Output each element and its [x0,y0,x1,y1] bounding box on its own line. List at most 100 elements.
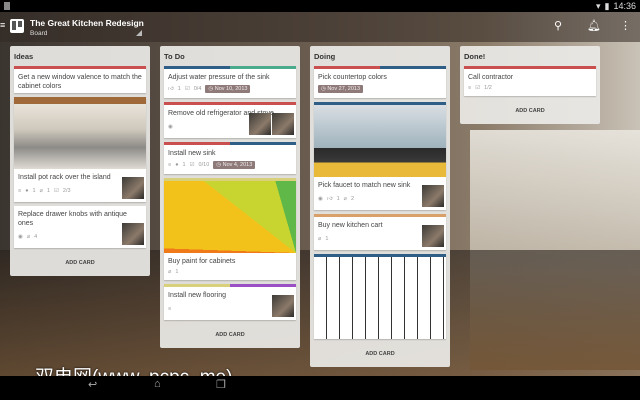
list-title: Done! [464,52,486,61]
app-bar: ≡ The Great Kitchen Redesign Board ⚲ 🔔︎ … [0,12,640,42]
attachment-icon: ⌀ [168,269,172,275]
member-avatar[interactable] [249,113,271,135]
card-labels [164,102,296,105]
label-purple [230,284,296,287]
badge-count: 1 [46,188,50,194]
status-bar: ▾ ▮ 14:36 [0,0,640,12]
member-avatar[interactable] [122,177,144,199]
card[interactable]: Remove old refrigerator and stove ◉ [164,102,296,138]
card-labels [164,178,296,181]
card[interactable]: Adjust water pressure of the sink 👍︎ 1 ☑ 0/4… [164,66,296,98]
card-cover-image-faucet [314,105,446,177]
card[interactable]: Buy paint for cabinets ⌀ 1 [164,178,296,280]
label-green [230,66,296,69]
description-icon: ≡ [18,188,22,194]
member-avatar[interactable] [422,225,444,247]
label-yellow [164,284,230,287]
card-members [272,295,294,317]
card[interactable]: Install new sink ≡ ● 1 ☑ 0/10 ◷ Nov 4, 2013 [164,142,296,174]
card-members [249,113,294,135]
card[interactable]: Pick faucet to match new sink ◉ 👍︎ 1 ⌀ 2 [314,102,446,210]
card-cover-image-paint [164,181,296,253]
card[interactable]: Call contractor ≡ ☑ 1/2 [464,66,596,96]
card[interactable]: Pick countertop colors ◷ Nov 27, 2013 [314,66,446,98]
badge-count: 1/2 [484,85,492,91]
label-yellow [164,178,296,181]
list-title: Ideas [14,52,34,61]
label-orange [314,214,446,217]
home-icon[interactable]: ⌂ [154,378,161,390]
card-badges: ≡ ● 1 ☑ 0/10 ◷ Nov 4, 2013 [164,160,296,174]
card-labels [164,284,296,287]
member-avatar[interactable] [272,295,294,317]
card-cover-image-floorplan [314,257,446,339]
add-card-button[interactable]: ADD CARD [164,324,296,348]
search-icon[interactable]: ⚲ [554,19,562,32]
card-badges: ◷ Nov 27, 2013 [314,84,446,98]
card[interactable]: Replace drawer knobs with antique ones ◉ ⌀… [14,206,146,248]
card-members [122,223,144,245]
due-date-badge: ◷ Nov 4, 2013 [213,161,256,169]
card-title: Buy paint for cabinets [168,258,236,265]
member-avatar[interactable] [422,185,444,207]
card[interactable]: Buy new kitchen cart ⌀ 1 [314,214,446,250]
board-title[interactable]: The Great Kitchen Redesign [30,18,144,28]
card-title: Pick countertop colors [318,74,387,81]
badge-count: 2/3 [62,188,71,194]
label-red [164,102,296,105]
card-title: Adjust water pressure of the sink [168,74,270,81]
wifi-icon: ▾ [595,0,601,11]
watch-icon: ◉ [18,234,23,240]
recents-icon[interactable]: ❐ [216,378,226,391]
attachment-icon: ⌀ [343,196,347,202]
battery-icon: ▮ [604,0,610,11]
drawer-menu-icon[interactable]: ≡ [0,21,5,30]
add-card-button[interactable]: ADD CARD [314,343,446,367]
due-date: Nov 4, 2013 [222,162,253,168]
list-to-do: To Do Adjust water pressure of the sink 👍︎… [160,46,300,348]
member-avatar[interactable] [122,223,144,245]
card[interactable] [314,254,446,339]
add-card-button[interactable]: ADD CARD [464,100,596,124]
attachment-icon: ⌀ [318,236,322,242]
badge-count: 4 [34,234,38,240]
card-members [422,225,444,247]
dropdown-corner-icon[interactable] [136,30,142,36]
card[interactable]: Install pot rack over the island ≡ ● 1 ⌀ 1 ☑ 2/… [14,97,146,202]
overflow-menu-icon[interactable]: ⋮ [620,19,631,32]
member-avatar[interactable] [272,113,294,135]
card-badges: ⌀ 1 [164,268,296,280]
label-red [14,66,146,69]
due-date: Nov 27, 2013 [327,86,361,92]
trello-logo-icon[interactable] [10,19,24,33]
card-title: Install new sink [168,150,216,157]
comment-icon: ● [25,188,29,194]
label-blue [164,66,230,69]
badge-count: 1 [336,196,340,202]
card-labels [464,66,596,69]
watch-icon: ◉ [168,124,173,130]
vote-icon: 👍︎ [326,196,333,202]
clock: 14:36 [613,1,636,11]
list-doing: Doing Pick countertop colors ◷ Nov 27, 201… [310,46,450,367]
comment-icon: ● [175,162,179,168]
badge-count: 1 [177,86,181,92]
notifications-bell-icon[interactable]: 🔔︎ [587,19,601,32]
label-blue [380,66,446,69]
list-title: Doing [314,52,336,61]
card-labels [314,214,446,217]
card-labels [314,102,446,105]
card-labels [164,142,296,145]
badge-count: 1 [32,188,36,194]
card[interactable]: Get a new window valence to match the ca… [14,66,146,93]
card[interactable]: Install new flooring ≡ [164,284,296,320]
badge-count: 0/4 [193,86,202,92]
back-icon[interactable]: ↩ [88,378,97,391]
add-card-button[interactable]: ADD CARD [14,252,146,276]
card-labels [164,66,296,69]
attachment-icon: ⌀ [26,234,31,240]
checklist-icon: ☑ [53,188,59,194]
badge-count: 1 [325,236,329,242]
badge-count: 2 [350,196,354,202]
label-blue [314,102,446,105]
